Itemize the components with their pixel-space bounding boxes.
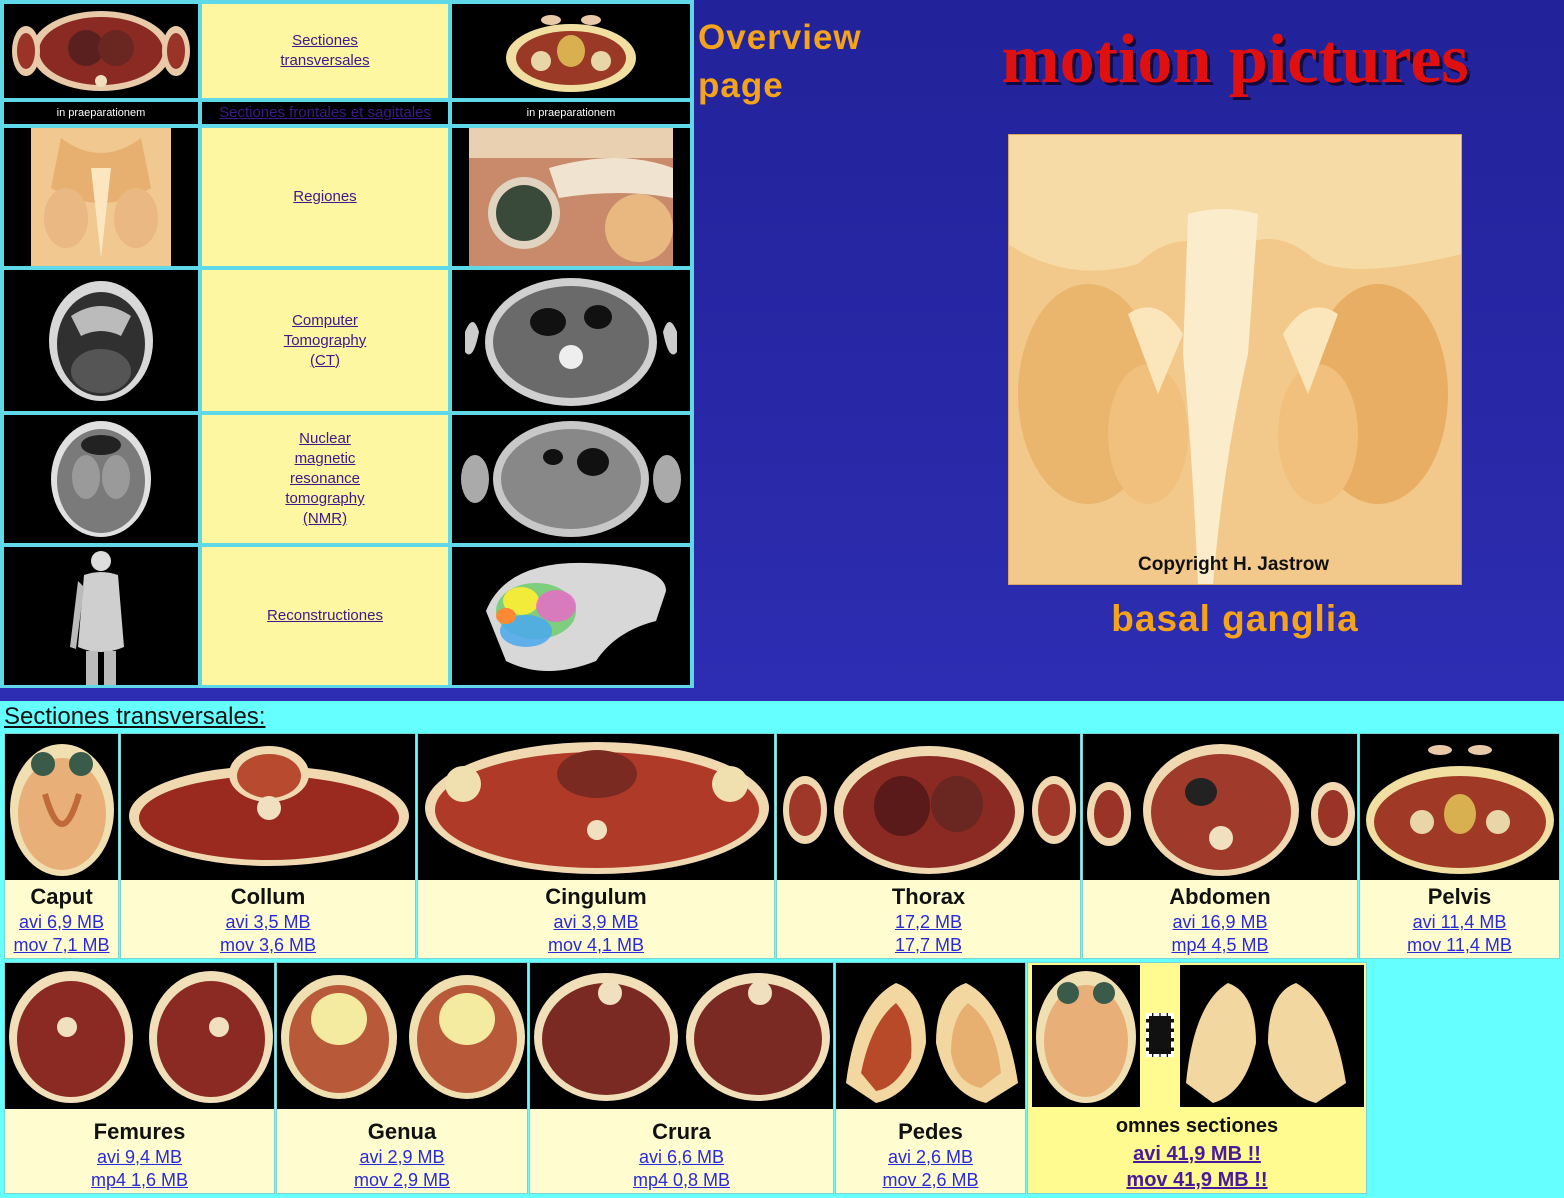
card-collum: Collum avi 3,5 MB mov 3,6 MB [120, 733, 416, 959]
thumb-ct-abdomen[interactable] [450, 268, 692, 413]
hero-caption: basal ganglia [1111, 598, 1359, 639]
crura-name: Crura [652, 1119, 711, 1144]
femures-name: Femures [93, 1119, 186, 1144]
genua-name: Genua [367, 1119, 437, 1144]
thumb-mri-head[interactable] [2, 413, 200, 545]
card-abdomen: Abdomen avi 16,9 MB mp4 4,5 MB [1082, 733, 1358, 959]
collum-thumb[interactable] [121, 734, 415, 880]
nav-grid: Sectiones transversales in praeparatione… [0, 0, 694, 688]
card-genua: Genua avi 2,9 MB mov 2,9 MB [276, 962, 528, 1194]
thumb-body-3d[interactable] [2, 545, 200, 687]
regiones-link[interactable]: Regiones [293, 187, 356, 207]
reconstructiones-link[interactable]: Reconstructiones [267, 606, 383, 626]
film-icon [1146, 1013, 1174, 1057]
thumb-thorax-section[interactable] [2, 2, 200, 100]
omnes-thumb[interactable] [1028, 963, 1366, 1109]
caput-avi-link[interactable]: avi 6,9 MB [5, 912, 118, 933]
abdomen-thumb[interactable] [1083, 734, 1357, 880]
frontal-sagittal-link[interactable]: Sectiones frontales et sagittales [219, 103, 431, 123]
pelvis-name: Pelvis [1427, 884, 1492, 909]
thumb-ct-head[interactable] [2, 268, 200, 413]
caput-mov-link[interactable]: mov 7,1 MB [5, 935, 118, 956]
abdomen-mp4-link[interactable]: mp4 4,5 MB [1083, 935, 1357, 956]
card-omnes: omnes sectiones avi 41,9 MB !! mov 41,9 … [1027, 962, 1367, 1194]
section-title: Sectiones transversales: [4, 703, 266, 730]
pedes-name: Pedes [898, 1119, 963, 1144]
card-thorax: Thorax 17,2 MB 17,7 MB [776, 733, 1081, 959]
praeparation-left-text: in praeparationem [56, 107, 146, 119]
card-cingulum: Cingulum avi 3,9 MB mov 4,1 MB [417, 733, 775, 959]
collum-avi-link[interactable]: avi 3,5 MB [121, 912, 415, 933]
thorax-link-2[interactable]: 17,7 MB [777, 935, 1080, 956]
image-copyright: Copyright H. Jastrow [1138, 554, 1330, 575]
genua-avi-link[interactable]: avi 2,9 MB [277, 1147, 527, 1168]
pelvis-mov-link[interactable]: mov 11,4 MB [1360, 935, 1559, 956]
pelvis-avi-link[interactable]: avi 11,4 MB [1360, 912, 1559, 933]
overview-link[interactable]: Overview page [698, 14, 918, 110]
praeparation-right: in praeparationem [450, 100, 692, 126]
cingulum-name: Cingulum [545, 884, 647, 909]
caput-name: Caput [30, 884, 93, 909]
transversal-section: Sectiones transversales: Caput avi 6,9 M… [0, 701, 1564, 1198]
card-caput: Caput avi 6,9 MB mov 7,1 MB [4, 733, 119, 959]
frontal-cell: Sectiones frontales et sagittales [200, 100, 450, 126]
pedes-thumb[interactable] [836, 963, 1025, 1109]
card-crura: Crura avi 6,6 MB mp4 0,8 MB [529, 962, 834, 1194]
pedes-mov-link[interactable]: mov 2,6 MB [836, 1170, 1025, 1191]
cingulum-avi-link[interactable]: avi 3,9 MB [418, 912, 774, 933]
thorax-thumb[interactable] [777, 734, 1080, 880]
thumb-pelvis-section[interactable] [450, 2, 692, 100]
nmr-link[interactable]: Nuclear magnetic resonance tomography (N… [275, 429, 375, 529]
crura-avi-link[interactable]: avi 6,6 MB [530, 1147, 833, 1168]
thumb-skull-recon[interactable] [450, 545, 692, 687]
femures-mp4-link[interactable]: mp4 1,6 MB [5, 1170, 274, 1191]
card-pedes: Pedes avi 2,6 MB mov 2,6 MB [835, 962, 1026, 1194]
praeparation-left: in praeparationem [2, 100, 200, 126]
thumb-brain-region[interactable] [2, 126, 200, 268]
basal-ganglia-image[interactable]: Copyright H. Jastrow [1008, 134, 1462, 585]
regiones-cell: Regiones [200, 126, 450, 268]
transversal-cell: Sectiones transversales [200, 2, 450, 100]
cingulum-mov-link[interactable]: mov 4,1 MB [418, 935, 774, 956]
pedes-avi-link[interactable]: avi 2,6 MB [836, 1147, 1025, 1168]
thumb-eye-region[interactable] [450, 126, 692, 268]
crura-mp4-link[interactable]: mp4 0,8 MB [530, 1170, 833, 1191]
collum-name: Collum [230, 884, 306, 909]
card-pelvis: Pelvis avi 11,4 MB mov 11,4 MB [1359, 733, 1560, 959]
omnes-mov-link[interactable]: mov 41,9 MB !! [1028, 1169, 1366, 1192]
caput-thumb[interactable] [5, 734, 118, 880]
pelvis-thumb[interactable] [1360, 734, 1559, 880]
femures-thumb[interactable] [5, 963, 274, 1109]
omnes-name: omnes sectiones [1115, 1115, 1279, 1137]
ct-cell: Computer Tomography (CT) [200, 268, 450, 413]
nmr-cell: Nuclear magnetic resonance tomography (N… [200, 413, 450, 545]
collum-mov-link[interactable]: mov 3,6 MB [121, 935, 415, 956]
crura-thumb[interactable] [530, 963, 833, 1109]
thorax-name: Thorax [891, 884, 966, 909]
praeparation-right-text: in praeparationem [526, 107, 616, 119]
genua-mov-link[interactable]: mov 2,9 MB [277, 1170, 527, 1191]
ct-link[interactable]: Computer Tomography (CT) [270, 311, 380, 371]
cingulum-thumb[interactable] [418, 734, 774, 880]
thorax-link-1[interactable]: 17,2 MB [777, 912, 1080, 933]
omnes-avi-link[interactable]: avi 41,9 MB !! [1028, 1143, 1366, 1166]
transversal-link[interactable]: Sectiones transversales [270, 31, 380, 71]
femures-avi-link[interactable]: avi 9,4 MB [5, 1147, 274, 1168]
card-femures: Femures avi 9,4 MB mp4 1,6 MB [4, 962, 275, 1194]
page-title: motion pictures [1001, 21, 1469, 98]
genua-thumb[interactable] [277, 963, 527, 1109]
abdomen-avi-link[interactable]: avi 16,9 MB [1083, 912, 1357, 933]
abdomen-name: Abdomen [1169, 884, 1271, 909]
recon-cell: Reconstructiones [200, 545, 450, 687]
thumb-mri-abdomen[interactable] [450, 413, 692, 545]
